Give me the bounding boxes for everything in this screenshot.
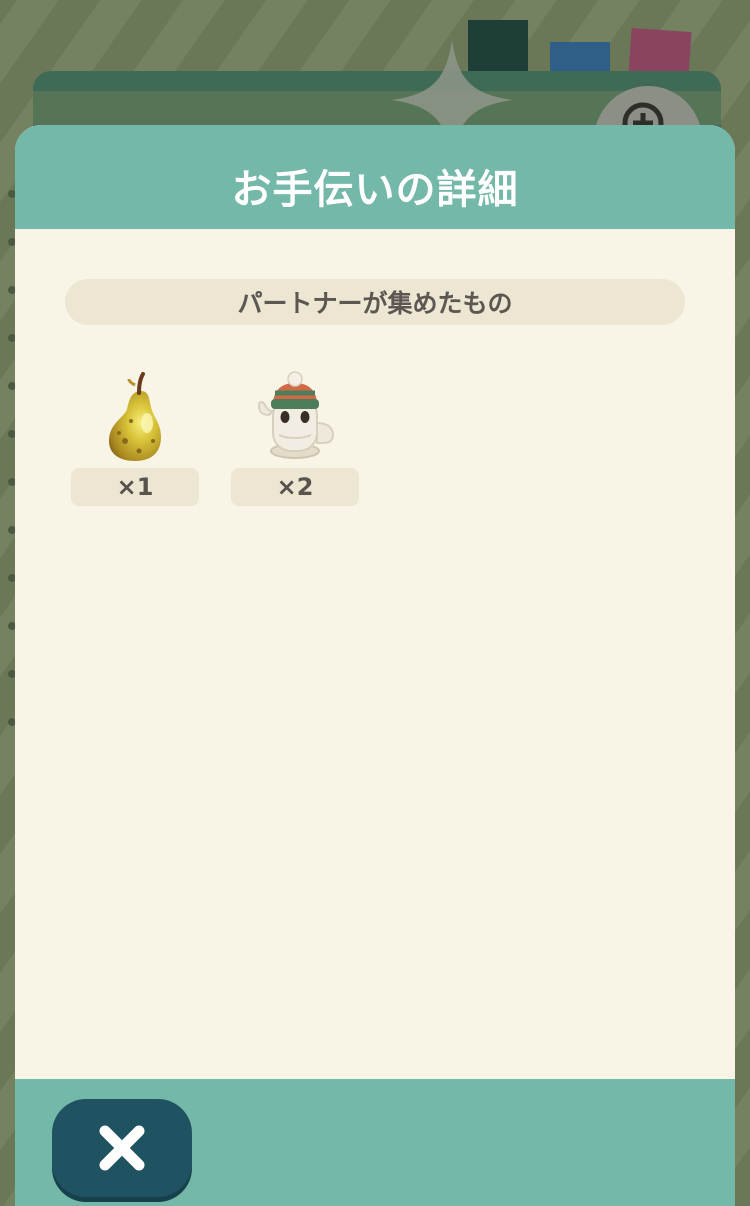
section-label: パートナーが集めたもの: [65, 279, 685, 325]
dialog-footer: [15, 1079, 735, 1206]
help-details-dialog: お手伝いの詳細 パートナーが集めたもの ×1 ×2: [15, 125, 735, 1206]
close-button[interactable]: [52, 1099, 192, 1197]
close-x-icon: [99, 1125, 145, 1171]
collected-item-cactus: ×2: [231, 371, 359, 511]
dialog-header: お手伝いの詳細: [15, 125, 735, 229]
collected-item-pear: ×1: [71, 371, 199, 511]
item-count-label: ×1: [71, 468, 199, 506]
dialog-title: お手伝いの詳細: [231, 167, 519, 213]
background-book-icon: [550, 42, 610, 74]
cactus-knit-hat-icon: [257, 371, 335, 459]
item-count-label: ×2: [231, 468, 359, 506]
pear-icon: [109, 372, 161, 461]
